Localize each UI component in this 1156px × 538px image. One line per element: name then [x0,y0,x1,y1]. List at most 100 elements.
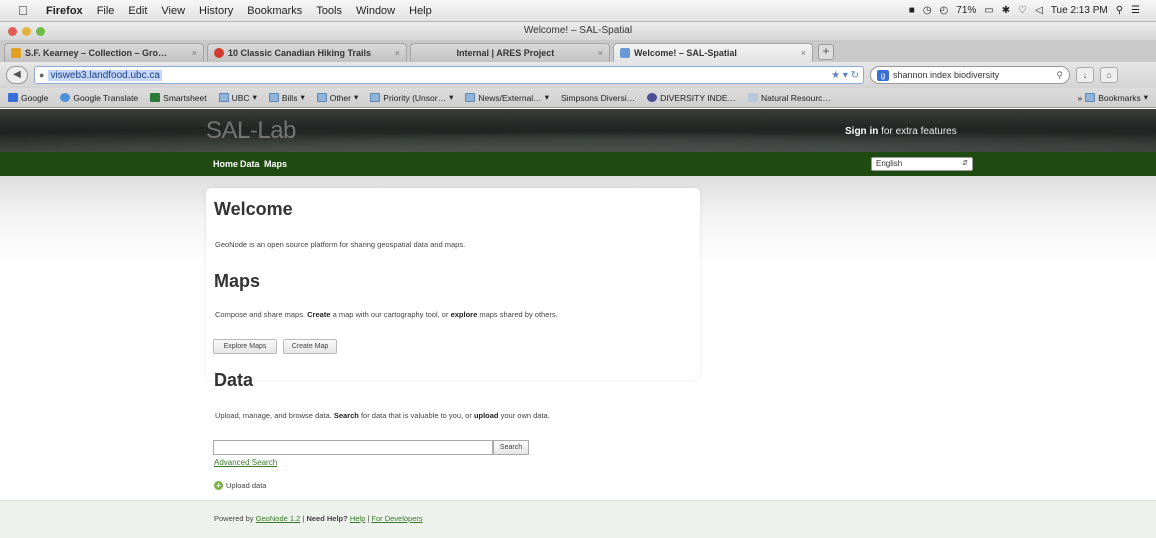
bookmark-simpsons[interactable]: Simpsons Diversi… [561,93,635,103]
explore-maps-button[interactable]: Explore Maps [213,339,277,354]
advanced-search-link[interactable]: Advanced Search [214,458,277,467]
tab-collection[interactable]: S.F. Kearney – Collection – Gro… × [4,43,204,62]
chevron-updown-icon: ⇵ [962,160,968,167]
google-icon [8,93,18,102]
back-button[interactable]: ◀ [6,66,28,84]
bookmark-folder-priority[interactable]: Priority (Unsor… ▾ [370,92,453,103]
language-select[interactable]: English ⇵ [871,157,973,171]
menu-app-name[interactable]: Firefox [46,5,83,17]
sync-icon[interactable]: ◷ [923,5,932,16]
bookmark-star-icon[interactable]: ★ ▾ ↻ [831,70,859,81]
help-link[interactable]: Help [350,514,365,523]
timemachine-icon[interactable]: ◴ [940,5,949,16]
maps-heading: Maps [214,271,261,291]
menu-tools[interactable]: Tools [316,5,342,17]
window-titlebar: Welcome! – SAL-Spatial [0,22,1156,40]
bookmark-label: Bookmarks [1098,92,1141,103]
dropbox-icon[interactable]: ■ [909,5,915,16]
data-text: Upload, manage, and browse data. Search … [215,411,550,420]
notification-icon[interactable]: ☰ [1131,5,1140,16]
navigation-toolbar: ◀ ● visweb3.landfood.ubc.ca ★ ▾ ↻ g shan… [0,62,1156,88]
create-map-button[interactable]: Create Map [283,339,337,354]
footer-text: Powered by GeoNode 1.2 | Need Help? Help… [214,514,423,523]
nav-maps[interactable]: Maps [264,159,287,169]
menu-help[interactable]: Help [409,5,432,17]
bookmark-google-translate[interactable]: Google Translate [60,93,138,103]
menu-edit[interactable]: Edit [128,5,147,17]
site-favicon-icon [214,48,224,58]
text-segment: Upload, manage, and browse data. [215,411,334,420]
bluetooth-icon[interactable]: ✱ [1002,5,1010,16]
home-icon[interactable]: ⌂ [1100,67,1118,83]
bookmark-label: Other [329,92,351,103]
bookmark-label: Bills [281,92,298,103]
clock[interactable]: Tue 2:13 PM [1051,5,1108,16]
search-engine-icon[interactable]: g [877,69,889,81]
tab-hiking-trails[interactable]: 10 Classic Canadian Hiking Trails × [207,43,407,62]
bookmarks-menu-button[interactable]: » Bookmarks ▾ [1077,92,1148,103]
close-tab-icon[interactable]: × [192,48,197,58]
menu-bookmarks[interactable]: Bookmarks [247,5,302,17]
bookmark-label: Smartsheet [163,92,207,103]
battery-percent: 71% [956,5,977,16]
close-tab-icon[interactable]: × [801,48,806,58]
eye-icon [647,93,658,102]
data-search-button[interactable]: Search [493,440,529,455]
search-box-value[interactable]: shannon index biodiversity [893,70,999,80]
developers-link[interactable]: For Developers [371,514,422,523]
site-identity-icon[interactable]: ● [39,70,44,80]
translate-icon [60,93,71,102]
bookmark-label: DIVERSITY INDE… [660,92,737,103]
bookmark-folder-other[interactable]: Other ▾ [316,92,359,103]
bookmark-folder-news[interactable]: News/External… ▾ [465,92,549,103]
footer-bold: Need Help? [306,514,348,523]
bookmark-label: Priority (Unsor… [383,92,447,103]
menu-file[interactable]: File [97,5,115,17]
battery-icon[interactable]: ▭ [984,5,993,16]
tab-ares-project[interactable]: Internal | ARES Project × [410,43,610,62]
bookmark-folder-bills[interactable]: Bills ▾ [268,92,305,103]
bookmark-folder-ubc[interactable]: UBC ▾ [218,92,257,103]
close-tab-icon[interactable]: × [395,48,400,58]
bookmark-google[interactable]: Google [8,93,48,103]
tab-label: 10 Classic Canadian Hiking Trails [228,48,372,58]
close-tab-icon[interactable]: × [598,48,603,58]
menu-history[interactable]: History [199,5,233,17]
tab-sal-spatial[interactable]: Welcome! – SAL-Spatial × [613,43,813,62]
add-icon: + [214,481,223,490]
text-segment: Compose and share maps. [215,310,308,319]
volume-icon[interactable]: ◁ [1035,5,1043,16]
search-box[interactable]: g shannon index biodiversity ⚲ [870,66,1070,84]
bookmark-label: Natural Resourc… [761,92,831,103]
new-tab-button[interactable]: + [818,44,834,60]
nav-home[interactable]: Home [213,159,238,169]
url-bar[interactable]: ● visweb3.landfood.ubc.ca ★ ▾ ↻ [34,66,864,84]
downloads-icon[interactable]: ↓ [1076,67,1094,83]
folder-icon [218,93,229,102]
site-header: SAL-Lab Sign in for extra features [0,109,1156,152]
geonode-link[interactable]: GeoNode 1.2 [256,514,301,523]
spotlight-icon[interactable]: ⚲ [1116,5,1123,16]
text-bold: Create [307,310,331,319]
menu-window[interactable]: Window [356,5,395,17]
chevron-down-icon: ▾ [354,92,359,102]
data-search-input[interactable] [213,440,493,455]
upload-label[interactable]: Upload data [226,481,266,490]
site-logo[interactable]: SAL-Lab [206,117,296,145]
bookmark-label: Simpsons Diversi… [560,92,636,103]
bookmark-natural-resources[interactable]: Natural Resourc… [748,93,831,103]
url-text[interactable]: visweb3.landfood.ubc.ca [48,69,162,81]
upload-data-link[interactable]: + Upload data [214,481,266,490]
nav-data[interactable]: Data [240,159,260,169]
bookmark-smartsheet[interactable]: Smartsheet [150,92,207,103]
wifi-icon[interactable]: ♡ [1018,5,1027,16]
search-icon[interactable]: ⚲ [1056,70,1063,81]
bookmark-label: UBC [231,92,250,103]
apple-icon[interactable]:  [18,3,32,18]
bookmark-diversity-index[interactable]: DIVERSITY INDE… [647,93,736,103]
menu-view[interactable]: View [161,5,185,17]
signin-link[interactable]: Sign in for extra features [845,126,957,137]
signin-bold[interactable]: Sign in [845,126,878,137]
bookmark-label: News/External… [478,92,542,103]
bookmarks-toolbar: Google Google Translate Smartsheet UBC ▾ … [0,88,1156,108]
